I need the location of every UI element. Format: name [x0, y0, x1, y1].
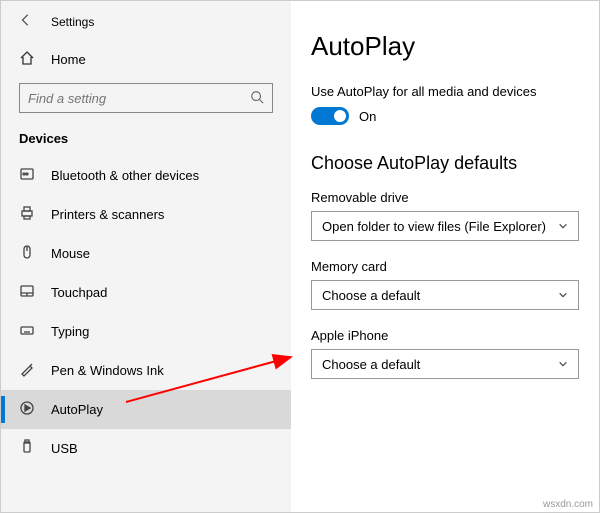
search-box[interactable] [19, 83, 273, 113]
sidebar-item-typing[interactable]: Typing [1, 312, 291, 351]
main-pane: AutoPlay Use AutoPlay for all media and … [291, 1, 599, 512]
sidebar-item-label: Touchpad [51, 285, 107, 300]
dropdown-label: Apple iPhone [311, 328, 579, 343]
chevron-down-icon [558, 219, 568, 234]
sidebar-item-label: Pen & Windows Ink [51, 363, 164, 378]
autoplay-toggle[interactable] [311, 107, 349, 125]
dropdown-value: Choose a default [322, 288, 420, 303]
sidebar-item-touchpad[interactable]: Touchpad [1, 273, 291, 312]
watermark: wsxdn.com [543, 499, 593, 510]
dropdown-apple-iphone: Apple iPhone Choose a default [311, 328, 579, 379]
bluetooth-icon [19, 166, 35, 185]
search-icon [250, 90, 264, 107]
sidebar-item-pen[interactable]: Pen & Windows Ink [1, 351, 291, 390]
search-input[interactable] [28, 91, 250, 106]
dropdown-memory-card: Memory card Choose a default [311, 259, 579, 310]
sidebar-item-label: Mouse [51, 246, 90, 261]
home-link[interactable]: Home [1, 40, 291, 79]
printer-icon [19, 205, 35, 224]
usb-icon [19, 439, 35, 458]
title-row: Settings [1, 9, 291, 40]
dropdown-removable-drive: Removable drive Open folder to view file… [311, 190, 579, 241]
sidebar-item-label: Typing [51, 324, 89, 339]
mouse-icon [19, 244, 35, 263]
sidebar-item-label: Bluetooth & other devices [51, 168, 199, 183]
chevron-down-icon [558, 288, 568, 303]
autoplay-toggle-block: Use AutoPlay for all media and devices O… [311, 84, 579, 125]
page-title: AutoPlay [311, 31, 579, 62]
defaults-section-title: Choose AutoPlay defaults [311, 153, 579, 174]
chevron-down-icon [558, 357, 568, 372]
dropdown-value: Open folder to view files (File Explorer… [322, 219, 546, 234]
section-label: Devices [1, 125, 291, 156]
sidebar-item-label: Printers & scanners [51, 207, 164, 222]
sidebar-item-bluetooth[interactable]: Bluetooth & other devices [1, 156, 291, 195]
toggle-label: Use AutoPlay for all media and devices [311, 84, 579, 99]
sidebar-item-label: USB [51, 441, 78, 456]
sidebar-item-label: AutoPlay [51, 402, 103, 417]
touchpad-icon [19, 283, 35, 302]
sidebar-item-printers[interactable]: Printers & scanners [1, 195, 291, 234]
dropdown-value: Choose a default [322, 357, 420, 372]
dropdown-select[interactable]: Open folder to view files (File Explorer… [311, 211, 579, 241]
sidebar-item-usb[interactable]: USB [1, 429, 291, 468]
app-title: Settings [51, 15, 94, 29]
sidebar: Settings Home Devices Bluetooth & other … [1, 1, 291, 512]
play-icon [19, 400, 35, 419]
sidebar-item-mouse[interactable]: Mouse [1, 234, 291, 273]
sidebar-item-autoplay[interactable]: AutoPlay [1, 390, 291, 429]
dropdown-label: Memory card [311, 259, 579, 274]
keyboard-icon [19, 322, 35, 341]
pen-icon [19, 361, 35, 380]
dropdown-select[interactable]: Choose a default [311, 349, 579, 379]
dropdown-select[interactable]: Choose a default [311, 280, 579, 310]
home-icon [19, 50, 35, 69]
back-button[interactable] [19, 13, 33, 30]
dropdown-label: Removable drive [311, 190, 579, 205]
toggle-state: On [359, 109, 376, 124]
home-label: Home [51, 52, 86, 67]
